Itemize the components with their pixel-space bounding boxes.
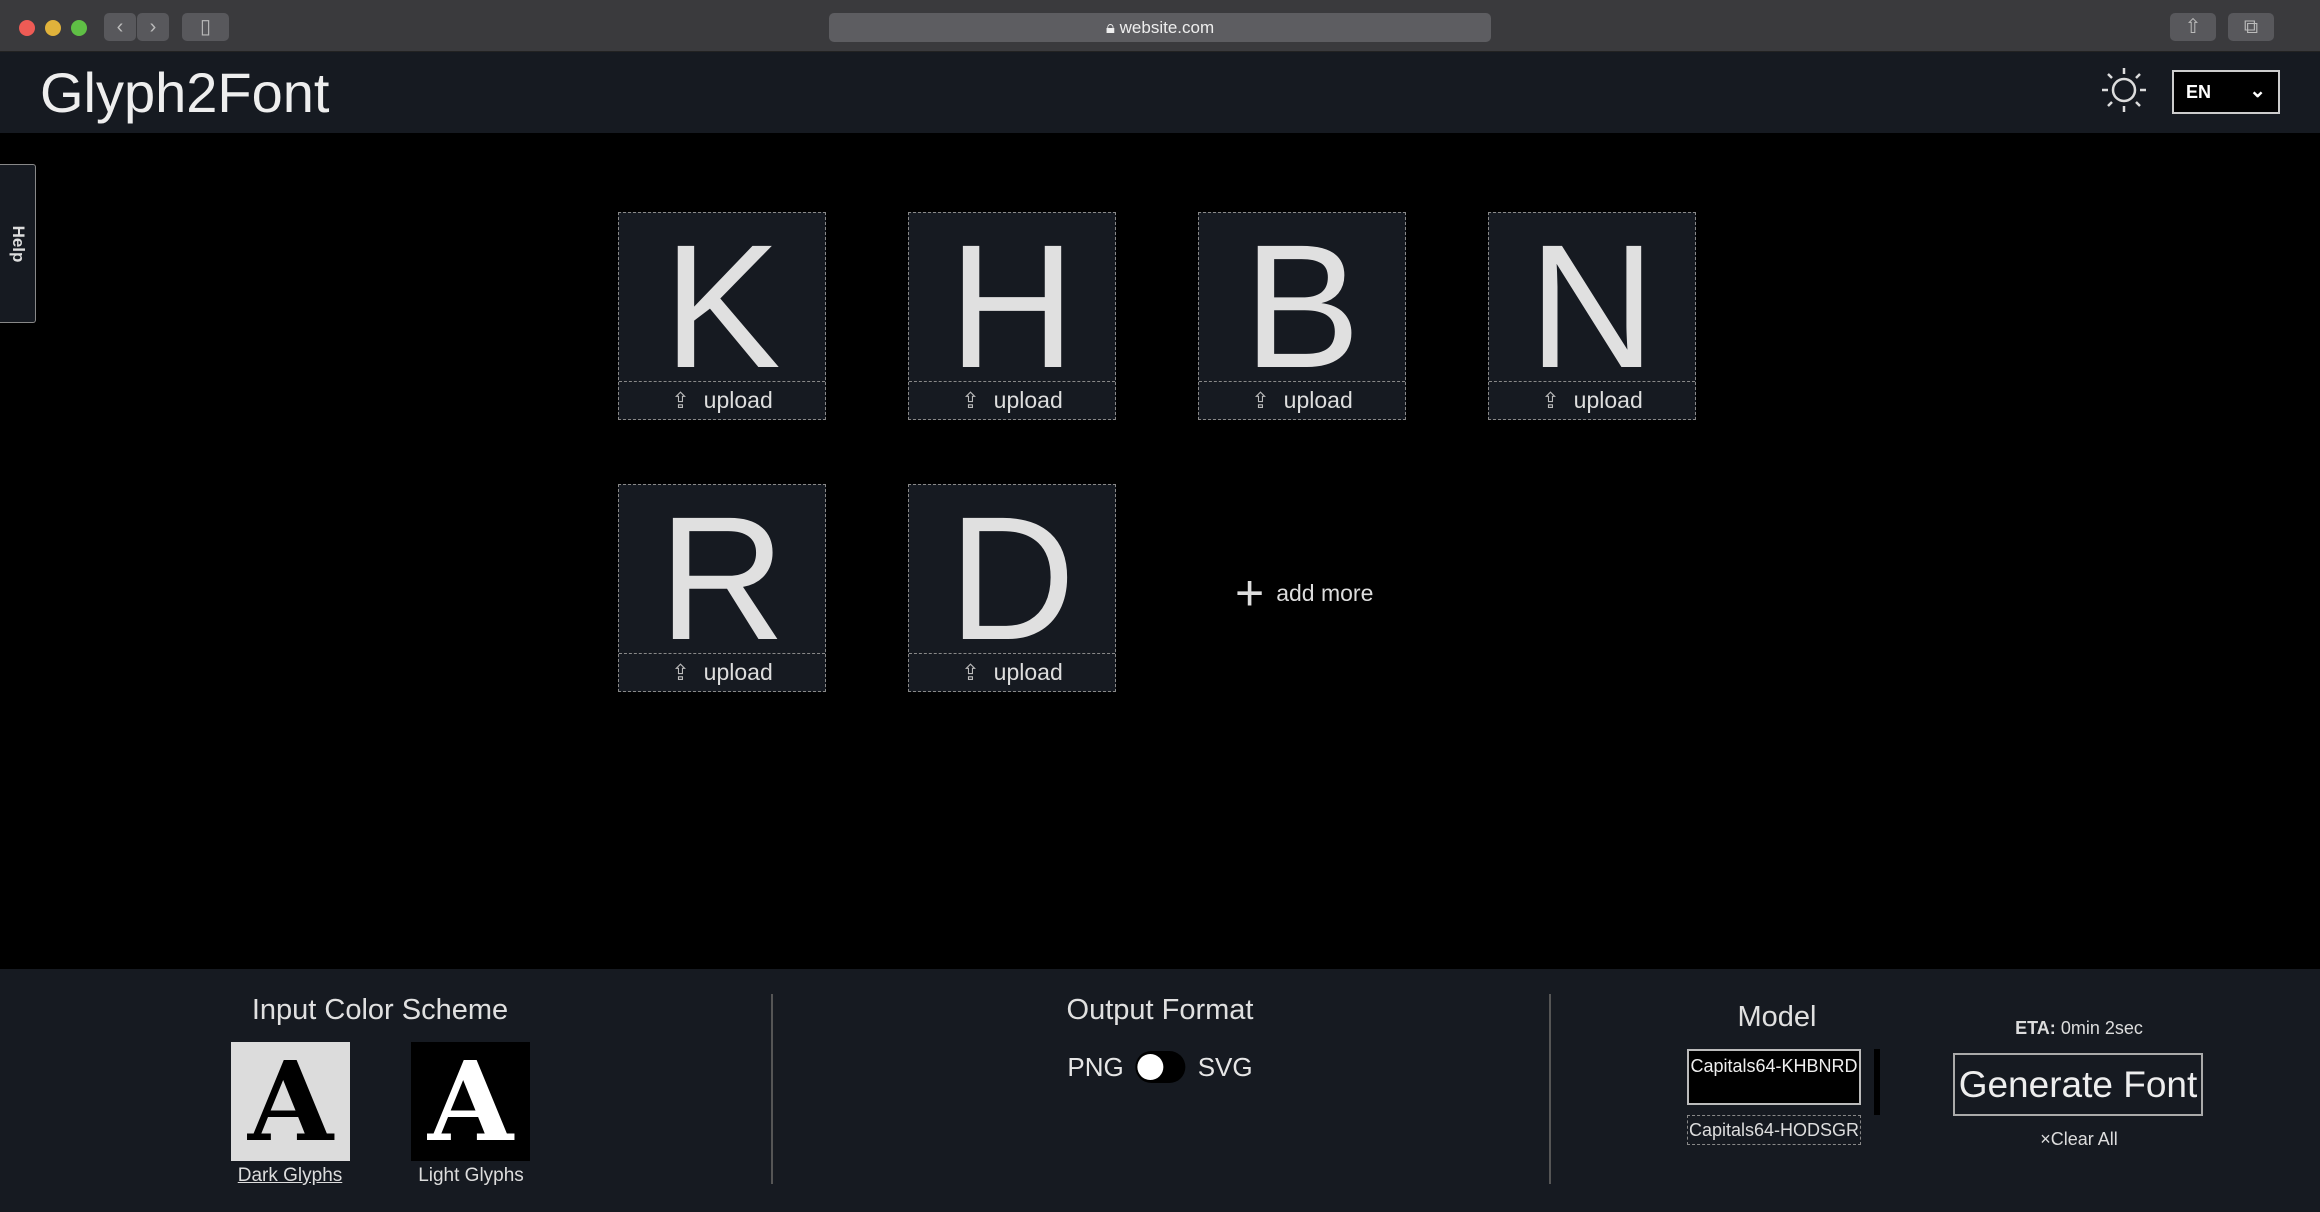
upload-label: upload xyxy=(1283,387,1353,413)
upload-button[interactable]: ⇪ upload xyxy=(1489,381,1695,419)
upload-icon: ⇪ xyxy=(961,388,980,413)
maximize-window-button[interactable] xyxy=(71,20,87,36)
glyph-tile-d: D ⇪ upload xyxy=(908,484,1116,692)
svg-label: SVG xyxy=(1197,1051,1253,1082)
app-title: Glyph2Font xyxy=(40,61,330,124)
plus-icon: + xyxy=(1235,565,1265,621)
upload-icon: ⇪ xyxy=(671,388,690,413)
glyph-tile-n: N ⇪ upload xyxy=(1488,212,1696,420)
minimize-window-button[interactable] xyxy=(45,20,61,36)
clear-all-button[interactable]: ×Clear All xyxy=(2040,1129,2118,1150)
upload-label: upload xyxy=(703,387,773,413)
add-more-button[interactable]: + add more xyxy=(1235,568,1373,618)
divider xyxy=(771,994,773,1184)
upload-icon: ⇪ xyxy=(961,660,980,685)
upload-icon: ⇪ xyxy=(1251,388,1270,413)
upload-label: upload xyxy=(993,659,1063,685)
output-format-title: Output Format xyxy=(1066,994,1254,1026)
glyph-tile-r: R ⇪ upload xyxy=(618,484,826,692)
chevron-down-icon: ⌄ xyxy=(2249,80,2266,102)
output-format-toggle-row: PNG SVG xyxy=(1067,1051,1253,1083)
model-list-scrollbar[interactable] xyxy=(1874,1049,1880,1115)
help-tab[interactable]: Help xyxy=(0,164,36,323)
forward-icon[interactable]: › xyxy=(137,13,169,41)
glyph-char: D xyxy=(948,481,1076,677)
language-select[interactable]: EN ⌄ xyxy=(2172,70,2280,114)
upload-label: upload xyxy=(703,659,773,685)
light-glyphs-option[interactable]: A xyxy=(411,1042,530,1161)
close-window-button[interactable] xyxy=(19,20,35,36)
theme-toggle-sun-icon[interactable] xyxy=(2100,66,2148,114)
glyph-char: K xyxy=(663,209,781,405)
png-label: PNG xyxy=(1067,1051,1124,1082)
eta-text: ETA: 0min 2sec xyxy=(2015,1018,2143,1039)
light-glyphs-label[interactable]: Light Glyphs xyxy=(418,1165,524,1187)
glyph-tile-b: B ⇪ upload xyxy=(1198,212,1406,420)
url-text: website.com xyxy=(1119,18,1215,37)
divider xyxy=(1549,994,1551,1184)
upload-button[interactable]: ⇪ upload xyxy=(619,653,825,691)
upload-icon: ⇪ xyxy=(671,660,690,685)
color-scheme-title: Input Color Scheme xyxy=(251,994,509,1026)
app-header: Glyph2Font EN ⌄ xyxy=(0,52,2320,133)
browser-toolbar: ‹ › ▯ 🔒︎ website.com ⇧ ⧉ xyxy=(0,0,2320,52)
toggle-knob xyxy=(1137,1054,1164,1080)
share-icon[interactable]: ⇧ xyxy=(2170,13,2216,41)
glyph-char: H xyxy=(948,209,1076,405)
glyph-tile-k: K ⇪ upload xyxy=(618,212,826,420)
glyph-char: R xyxy=(658,481,786,677)
dark-glyphs-label[interactable]: Dark Glyphs xyxy=(238,1165,343,1187)
upload-label: upload xyxy=(993,387,1063,413)
tabs-icon[interactable]: ⧉ xyxy=(2228,13,2274,41)
glyph-tile-h: H ⇪ upload xyxy=(908,212,1116,420)
upload-button[interactable]: ⇪ upload xyxy=(909,653,1115,691)
generate-font-button[interactable]: Generate Font xyxy=(1953,1053,2203,1116)
model-option-selected[interactable]: Capitals64-KHBNRD xyxy=(1687,1049,1861,1105)
model-title: Model xyxy=(1737,1001,1817,1033)
glyph-char: N xyxy=(1528,209,1656,405)
clear-all-label: Clear All xyxy=(2050,1129,2118,1149)
help-label: Help xyxy=(8,225,28,262)
upload-icon: ⇪ xyxy=(1541,388,1560,413)
upload-label: upload xyxy=(1573,387,1643,413)
address-bar[interactable]: 🔒︎ website.com xyxy=(829,13,1491,42)
add-more-label: add more xyxy=(1276,579,1374,606)
lock-icon: 🔒︎ xyxy=(1105,18,1120,37)
back-icon[interactable]: ‹ xyxy=(104,13,136,41)
upload-button[interactable]: ⇪ upload xyxy=(619,381,825,419)
eta-label: ETA: xyxy=(2015,1018,2056,1038)
output-format-toggle[interactable] xyxy=(1135,1051,1186,1083)
upload-button[interactable]: ⇪ upload xyxy=(1199,381,1405,419)
language-value: EN xyxy=(2186,82,2212,102)
settings-panel: Input Color Scheme A Dark Glyphs A Light… xyxy=(0,969,2320,1212)
sidebar-toggle-icon[interactable]: ▯ xyxy=(182,13,229,41)
eta-value: 0min 2sec xyxy=(2060,1018,2143,1038)
dark-glyphs-option[interactable]: A xyxy=(231,1042,350,1161)
upload-button[interactable]: ⇪ upload xyxy=(909,381,1115,419)
glyph-char: B xyxy=(1243,209,1361,405)
close-icon: × xyxy=(2040,1129,2051,1149)
model-option[interactable]: Capitals64-HODSGR xyxy=(1687,1115,1861,1145)
